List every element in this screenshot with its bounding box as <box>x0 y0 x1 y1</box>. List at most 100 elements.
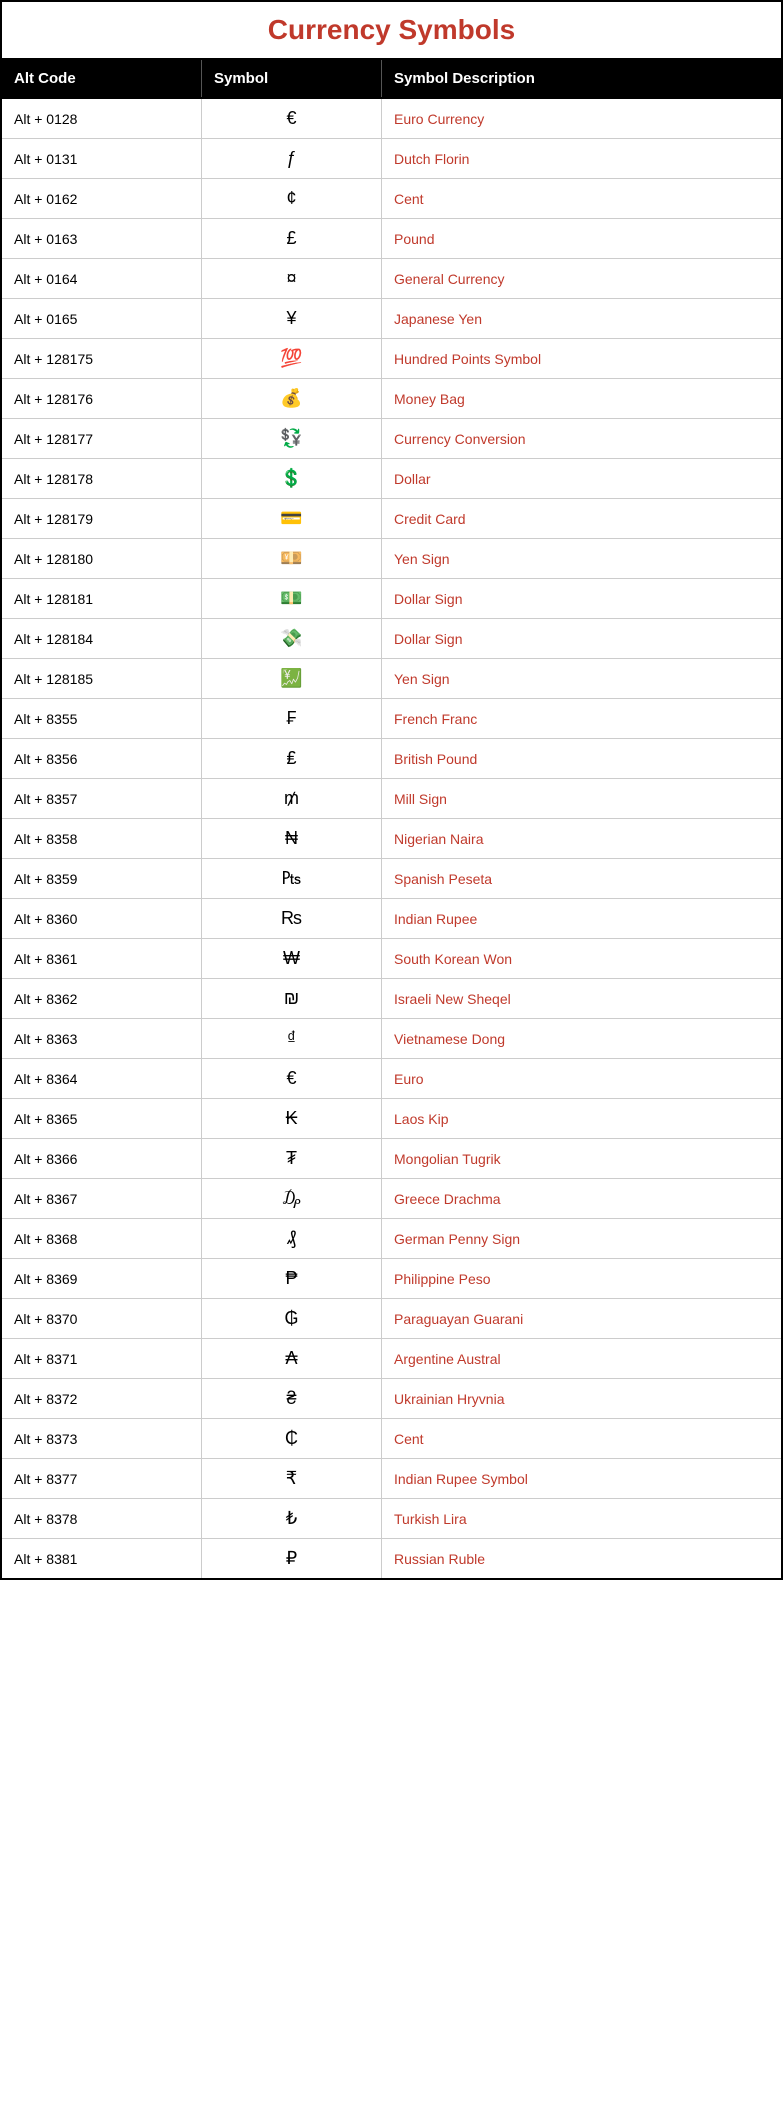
cell-desc: Japanese Yen <box>382 299 781 338</box>
cell-altcode: Alt + 128179 <box>2 499 202 538</box>
cell-altcode: Alt + 128185 <box>2 659 202 698</box>
cell-symbol: 💯 <box>202 339 382 378</box>
cell-altcode: Alt + 8361 <box>2 939 202 978</box>
cell-symbol: 💲 <box>202 459 382 498</box>
page-title: Currency Symbols <box>268 14 515 45</box>
cell-symbol: 💰 <box>202 379 382 418</box>
header-symbol: Symbol <box>202 60 382 97</box>
table-row: Alt + 8368₰German Penny Sign <box>2 1219 781 1259</box>
table-row: Alt + 128185💹Yen Sign <box>2 659 781 699</box>
cell-symbol: ₵ <box>202 1419 382 1458</box>
table-row: Alt + 8372₴Ukrainian Hryvnia <box>2 1379 781 1419</box>
table-row: Alt + 0162¢Cent <box>2 179 781 219</box>
table-title-row: Currency Symbols <box>2 2 781 60</box>
table-row: Alt + 8369₱Philippine Peso <box>2 1259 781 1299</box>
table-row: Alt + 8360₨Indian Rupee <box>2 899 781 939</box>
cell-symbol: ₩ <box>202 939 382 978</box>
cell-altcode: Alt + 0162 <box>2 179 202 218</box>
table-row: Alt + 128175💯Hundred Points Symbol <box>2 339 781 379</box>
table-row: Alt + 8362₪Israeli New Sheqel <box>2 979 781 1019</box>
table-row: Alt + 8356₤British Pound <box>2 739 781 779</box>
table-row: Alt + 8366₮Mongolian Tugrik <box>2 1139 781 1179</box>
cell-altcode: Alt + 128176 <box>2 379 202 418</box>
cell-altcode: Alt + 8367 <box>2 1179 202 1218</box>
cell-symbol: ₥ <box>202 779 382 818</box>
cell-desc: Dollar <box>382 459 781 498</box>
cell-symbol: 💴 <box>202 539 382 578</box>
cell-symbol: ₨ <box>202 899 382 938</box>
table-row: Alt + 8359₧Spanish Peseta <box>2 859 781 899</box>
cell-desc: Russian Ruble <box>382 1539 781 1578</box>
table-row: Alt + 8365₭Laos Kip <box>2 1099 781 1139</box>
cell-desc: Vietnamese Dong <box>382 1019 781 1058</box>
cell-altcode: Alt + 8364 <box>2 1059 202 1098</box>
table-row: Alt + 8357₥Mill Sign <box>2 779 781 819</box>
table-row: Alt + 8378₺Turkish Lira <box>2 1499 781 1539</box>
cell-desc: Indian Rupee Symbol <box>382 1459 781 1498</box>
cell-symbol: ₺ <box>202 1499 382 1538</box>
cell-altcode: Alt + 0163 <box>2 219 202 258</box>
header-desc: Symbol Description <box>382 60 781 97</box>
table-row: Alt + 8377₹Indian Rupee Symbol <box>2 1459 781 1499</box>
cell-desc: Paraguayan Guarani <box>382 1299 781 1338</box>
cell-symbol: ¥ <box>202 299 382 338</box>
header-altcode: Alt Code <box>2 60 202 97</box>
cell-desc: Philippine Peso <box>382 1259 781 1298</box>
cell-altcode: Alt + 8373 <box>2 1419 202 1458</box>
cell-altcode: Alt + 8366 <box>2 1139 202 1178</box>
currency-table: Currency Symbols Alt Code Symbol Symbol … <box>0 0 783 1580</box>
cell-symbol: € <box>202 99 382 138</box>
table-row: Alt + 8358₦Nigerian Naira <box>2 819 781 859</box>
cell-desc: British Pound <box>382 739 781 778</box>
cell-altcode: Alt + 8358 <box>2 819 202 858</box>
table-row: Alt + 128178💲Dollar <box>2 459 781 499</box>
cell-altcode: Alt + 0164 <box>2 259 202 298</box>
cell-altcode: Alt + 8360 <box>2 899 202 938</box>
cell-altcode: Alt + 128181 <box>2 579 202 618</box>
cell-symbol: 💹 <box>202 659 382 698</box>
cell-altcode: Alt + 8369 <box>2 1259 202 1298</box>
cell-altcode: Alt + 8357 <box>2 779 202 818</box>
table-header: Alt Code Symbol Symbol Description <box>2 60 781 99</box>
cell-symbol: ₽ <box>202 1539 382 1578</box>
cell-desc: French Franc <box>382 699 781 738</box>
cell-altcode: Alt + 8355 <box>2 699 202 738</box>
cell-symbol: ₲ <box>202 1299 382 1338</box>
cell-altcode: Alt + 8377 <box>2 1459 202 1498</box>
cell-symbol: € <box>202 1059 382 1098</box>
table-row: Alt + 8361₩South Korean Won <box>2 939 781 979</box>
cell-desc: Nigerian Naira <box>382 819 781 858</box>
cell-symbol: ¤ <box>202 259 382 298</box>
cell-altcode: Alt + 128178 <box>2 459 202 498</box>
table-row: Alt + 8355₣French Franc <box>2 699 781 739</box>
cell-altcode: Alt + 8365 <box>2 1099 202 1138</box>
table-row: Alt + 128176💰Money Bag <box>2 379 781 419</box>
cell-symbol: ₯ <box>202 1179 382 1218</box>
cell-altcode: Alt + 128175 <box>2 339 202 378</box>
cell-symbol: ₧ <box>202 859 382 898</box>
cell-altcode: Alt + 0131 <box>2 139 202 178</box>
cell-desc: Dollar Sign <box>382 619 781 658</box>
cell-symbol: ₣ <box>202 699 382 738</box>
table-body: Alt + 0128€Euro CurrencyAlt + 0131ƒDutch… <box>2 99 781 1578</box>
cell-symbol: ₪ <box>202 979 382 1018</box>
cell-altcode: Alt + 8363 <box>2 1019 202 1058</box>
cell-desc: Cent <box>382 1419 781 1458</box>
table-row: Alt + 8370₲Paraguayan Guarani <box>2 1299 781 1339</box>
cell-desc: Euro <box>382 1059 781 1098</box>
cell-altcode: Alt + 8370 <box>2 1299 202 1338</box>
cell-altcode: Alt + 0165 <box>2 299 202 338</box>
cell-desc: Currency Conversion <box>382 419 781 458</box>
cell-symbol: ₴ <box>202 1379 382 1418</box>
table-row: Alt + 8367₯Greece Drachma <box>2 1179 781 1219</box>
cell-desc: Money Bag <box>382 379 781 418</box>
cell-altcode: Alt + 8381 <box>2 1539 202 1578</box>
cell-altcode: Alt + 0128 <box>2 99 202 138</box>
table-row: Alt + 8363₫Vietnamese Dong <box>2 1019 781 1059</box>
cell-desc: Yen Sign <box>382 539 781 578</box>
table-row: Alt + 8364€Euro <box>2 1059 781 1099</box>
cell-altcode: Alt + 128180 <box>2 539 202 578</box>
cell-desc: Hundred Points Symbol <box>382 339 781 378</box>
table-row: Alt + 0163£Pound <box>2 219 781 259</box>
cell-altcode: Alt + 8372 <box>2 1379 202 1418</box>
